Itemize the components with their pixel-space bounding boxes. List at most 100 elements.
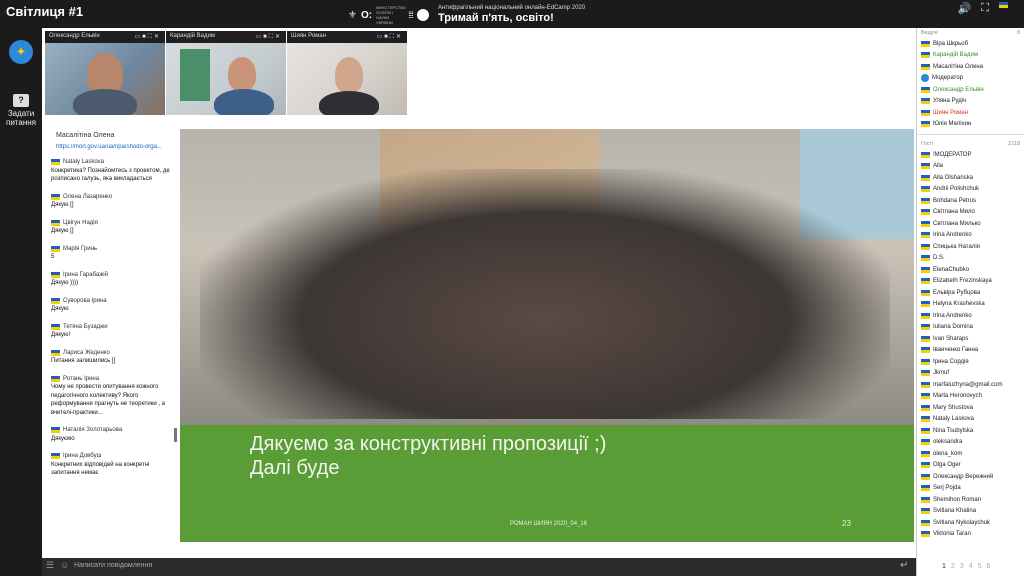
leader-item[interactable]: Олександр Ельвін [921, 84, 1024, 96]
event-banner: ⚜ O: МІНІСТЕРСТВО ОСВІТИ І НАУКИ УКРАЇНИ… [348, 4, 429, 26]
flag-icon [921, 473, 930, 480]
participants-panel: Ведучі 8 Віра Шкрьоб Карандій Вадим Масалі… [916, 28, 1024, 576]
slide-page-number: 23 [842, 519, 851, 528]
volume-icon[interactable]: 🔊 [958, 2, 972, 15]
chat-message-input[interactable]: Написати повідомлення [74, 562, 152, 569]
page-link[interactable]: 1 [942, 563, 946, 570]
guest-item[interactable]: Іванченко Ганна [921, 345, 1024, 357]
guest-name: Jkmuf [933, 370, 950, 377]
leader-item[interactable]: Віра Шкрьоб [921, 38, 1024, 50]
guest-item[interactable]: Nina Tsubylska [921, 425, 1024, 437]
guest-name: Iuliana Domina [933, 324, 974, 331]
guest-item[interactable]: Ельвіра Рубцова [921, 287, 1024, 299]
participant-figure [228, 57, 256, 91]
video-tile[interactable]: Олександр Ельвін ▭■⛶✕ [45, 31, 165, 115]
guest-name: !МОДЕРАТОР [933, 151, 972, 158]
video-controls-icon[interactable]: ▭■⛶✕ [134, 33, 161, 41]
guest-name: D.S. [933, 255, 945, 262]
guest-item[interactable]: Marta Heronovych [921, 391, 1024, 403]
guest-item[interactable]: Nataly Laskova [921, 414, 1024, 426]
guest-item[interactable]: Спицька Наталія [921, 241, 1024, 253]
guest-item[interactable]: Irina Andrenko [921, 230, 1024, 242]
guest-item[interactable]: Jkmuf [921, 368, 1024, 380]
page-link[interactable]: 6 [987, 563, 991, 570]
leader-item[interactable]: Юлія Меліхин [921, 119, 1024, 131]
chat-list[interactable]: Nataly Laskova Конкретика? Познайомтесь з… [45, 158, 177, 558]
guest-item[interactable]: Олександр Вережний [921, 471, 1024, 483]
guest-item[interactable]: Irina Andrenko [921, 310, 1024, 322]
guest-item[interactable]: Andrii Polishchuk [921, 184, 1024, 196]
guest-item[interactable]: Svitlana Khalina [921, 506, 1024, 518]
guest-item[interactable]: Світлана Милько [921, 218, 1024, 230]
guests-header: Гості 2118 [917, 139, 1024, 149]
guest-item[interactable]: Alla Olshanska [921, 172, 1024, 184]
chat-message: Ірина Гарабажій Дякую )))) [45, 271, 177, 288]
guest-item[interactable]: oleksandra [921, 437, 1024, 449]
language-flag-icon[interactable] [999, 2, 1008, 8]
page-link[interactable]: 5 [978, 563, 982, 570]
flag-icon [921, 531, 930, 538]
chat-author: Ірина Довбуш [51, 452, 177, 461]
guest-item[interactable]: Halyna Krashevska [921, 299, 1024, 311]
guest-item[interactable]: Elizabeth Frezinskaya [921, 276, 1024, 288]
guest-item[interactable]: Ivan Sharaps [921, 333, 1024, 345]
guest-item[interactable]: Bohdana Petrus [921, 195, 1024, 207]
app-logo-icon[interactable]: ✦ [9, 40, 33, 64]
guest-item[interactable]: Iuliana Domina [921, 322, 1024, 334]
chat-text: Питання залишились [] [51, 358, 116, 364]
flag-icon [921, 335, 930, 342]
leader-item[interactable]: Шиян Роман [921, 107, 1024, 119]
chat-message: Суворова Ірина Дякую [45, 297, 177, 314]
fullscreen-icon[interactable]: ⛶ [981, 2, 989, 15]
guest-name: ElenaChubko [933, 266, 970, 273]
guest-item[interactable]: ElenaChubko [921, 264, 1024, 276]
guest-item[interactable]: olena_kom [921, 448, 1024, 460]
guest-item[interactable]: D.S. [921, 253, 1024, 265]
page-link[interactable]: 2 [951, 563, 955, 570]
video-tile[interactable]: Шиян Роман ▭■⛶✕ [287, 31, 407, 115]
guest-name: oleksandra [933, 439, 963, 446]
video-controls-icon[interactable]: ▭■⛶✕ [255, 33, 282, 41]
flag-icon [921, 508, 930, 515]
shared-link[interactable]: https://mon.gov.ua/ua/npa/shodo-orga... [56, 144, 176, 150]
menu-icon[interactable]: ☰ [46, 560, 54, 571]
page-link[interactable]: 4 [969, 563, 973, 570]
leader-item[interactable]: Модератор [921, 73, 1024, 85]
emoji-icon[interactable]: ☺ [60, 560, 69, 570]
guest-item[interactable]: Світлана Мило [921, 207, 1024, 219]
guest-name: Irina Andrenko [933, 312, 972, 319]
chat-scrollbar[interactable] [174, 428, 177, 442]
top-controls: 🔊 ⛶ [958, 2, 1008, 15]
guest-item[interactable]: Alla [921, 161, 1024, 173]
guest-item[interactable]: Mary Shustova [921, 402, 1024, 414]
chat-message: Ірина Довбуш Конкретних відповідей на кон… [45, 452, 177, 478]
chat-message: Наталія Золотарьова Дякуємо [45, 426, 177, 443]
flag-icon [921, 404, 930, 411]
video-tile[interactable]: Карандій Вадим ▭■⛶✕ [166, 31, 286, 115]
guest-name: Elizabeth Frezinskaya [933, 278, 992, 285]
flag-icon [921, 416, 930, 423]
page-link[interactable]: 3 [960, 563, 964, 570]
guest-item[interactable]: Viktoriia Taran [921, 529, 1024, 541]
flag-icon [921, 347, 930, 354]
guest-item[interactable]: Shemihon Roman [921, 494, 1024, 506]
ask-question-button[interactable]: ? Задати питання [2, 94, 40, 127]
guest-item[interactable]: Svitlana Nykolaychuk [921, 517, 1024, 529]
leaders-list: Віра Шкрьоб Карандій Вадим Масалітіна Олен… [917, 38, 1024, 130]
guest-item[interactable]: Olga Oger [921, 460, 1024, 472]
room-title: Світлиця #1 [6, 4, 84, 19]
guest-item[interactable]: marfaluzhyna@gmail.com [921, 379, 1024, 391]
leader-item[interactable]: Масалітіна Олена [921, 61, 1024, 73]
guest-item[interactable]: Ірина Сордія [921, 356, 1024, 368]
flag-icon [921, 220, 930, 227]
flag-icon [921, 151, 930, 158]
leader-item[interactable]: Уляна Рудіч [921, 96, 1024, 108]
flag-icon [921, 63, 930, 70]
guest-item[interactable]: Serj Pojda [921, 483, 1024, 495]
guest-item[interactable]: !МОДЕРАТОР [921, 149, 1024, 161]
guest-name: Viktoriia Taran [933, 531, 971, 538]
video-controls-icon[interactable]: ▭■⛶✕ [376, 33, 403, 41]
leader-item[interactable]: Карандій Вадим [921, 50, 1024, 62]
send-icon[interactable]: ↵ [900, 560, 908, 571]
main-area: Олександр Ельвін ▭■⛶✕ Карандій Вадим ▭■⛶… [42, 28, 916, 558]
